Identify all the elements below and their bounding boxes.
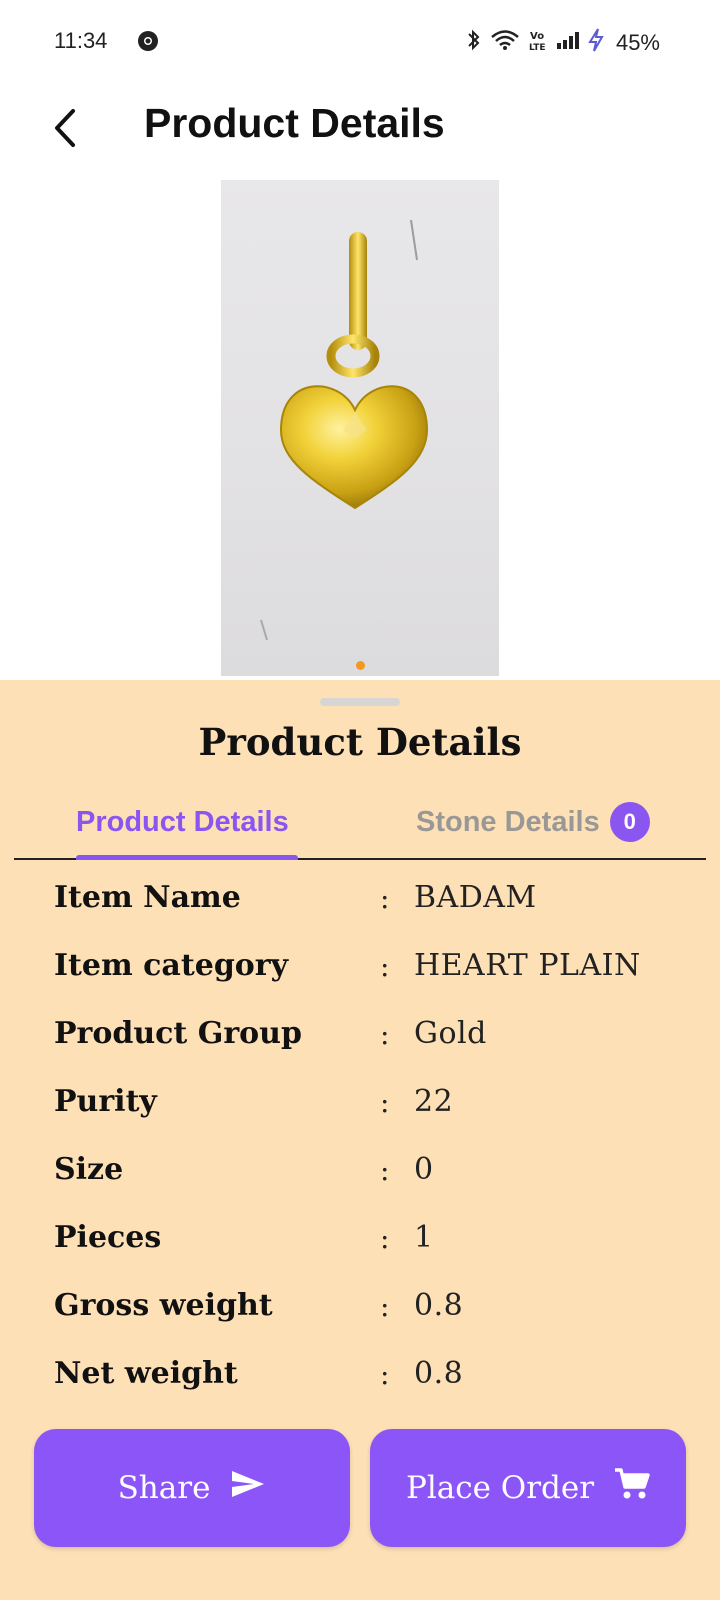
tab-product-details[interactable]: Product Details: [76, 786, 289, 858]
detail-value: 1: [414, 1220, 434, 1255]
detail-row-size: Size : 0: [0, 1152, 720, 1220]
volte-icon: Vo LTE: [528, 28, 548, 57]
tab-indicator: [76, 855, 298, 860]
svg-text:LTE: LTE: [529, 43, 546, 52]
chrome-icon: [137, 30, 159, 52]
stone-count-badge: 0: [609, 802, 650, 842]
status-bar: 11:34 Vo LTE 45%: [0, 0, 720, 82]
colon-separator: :: [380, 950, 390, 983]
detail-value: 0.8: [414, 1356, 464, 1391]
app-bar: Product Details: [0, 82, 720, 180]
detail-label: Pieces: [54, 1220, 162, 1255]
detail-label: Gross weight: [54, 1288, 273, 1323]
drag-handle[interactable]: [320, 698, 400, 706]
detail-value: HEART PLAIN: [414, 948, 641, 983]
detail-row-item-category: Item category : HEART PLAIN: [0, 948, 720, 1016]
sheet-title: Product Details: [198, 720, 522, 764]
charging-icon: [588, 28, 604, 57]
page-title: Product Details: [144, 100, 445, 146]
carousel-indicator: [356, 661, 365, 670]
bluetooth-icon: [466, 28, 482, 57]
battery-percent: 45%: [615, 29, 660, 55]
detail-label: Net weight: [54, 1356, 238, 1391]
share-label: Share: [117, 1470, 211, 1506]
place-order-button[interactable]: Place Order: [370, 1429, 686, 1547]
back-button[interactable]: [44, 104, 84, 156]
arrow-left-icon: [51, 108, 77, 153]
place-order-label: Place Order: [405, 1470, 595, 1506]
detail-row-product-group: Product Group : Gold: [0, 1016, 720, 1084]
product-image-carousel[interactable]: [0, 180, 720, 680]
share-button[interactable]: Share: [34, 1429, 350, 1547]
detail-label: Item category: [54, 948, 289, 983]
status-icons: Vo LTE 45%: [466, 28, 660, 57]
colon-separator: :: [380, 1222, 390, 1255]
tab-bar: Product Details Stone Details 0: [14, 786, 706, 860]
detail-value: 0: [414, 1152, 434, 1187]
colon-separator: :: [380, 1358, 390, 1391]
detail-value: 0.8: [414, 1288, 464, 1323]
tab-label: Stone Details: [416, 805, 600, 838]
signal-icon: [556, 30, 580, 55]
tab-stone-details[interactable]: Stone Details 0: [416, 786, 650, 858]
colon-separator: :: [380, 882, 390, 915]
svg-text:Vo: Vo: [530, 31, 544, 42]
wifi-icon: [490, 29, 520, 56]
detail-row-item-name: Item Name : BADAM: [0, 880, 720, 948]
colon-separator: :: [380, 1290, 390, 1323]
product-image: [221, 180, 499, 676]
detail-value: 22: [414, 1084, 454, 1119]
send-icon: [230, 1469, 266, 1507]
colon-separator: :: [380, 1018, 390, 1051]
detail-label: Product Group: [54, 1016, 302, 1051]
detail-label: Item Name: [54, 880, 241, 915]
detail-value: BADAM: [414, 880, 537, 915]
detail-row-pieces: Pieces : 1: [0, 1220, 720, 1288]
detail-value: Gold: [414, 1016, 487, 1051]
detail-label: Size: [54, 1152, 124, 1187]
details-list: Item Name : BADAM Item category : HEART …: [0, 880, 720, 1424]
cart-icon: [614, 1467, 650, 1509]
detail-label: Purity: [54, 1084, 157, 1119]
detail-row-gross-weight: Gross weight : 0.8: [0, 1288, 720, 1356]
colon-separator: :: [380, 1086, 390, 1119]
colon-separator: :: [380, 1154, 390, 1187]
status-time: 11:34: [54, 28, 108, 53]
tab-label: Product Details: [76, 805, 289, 838]
detail-row-net-weight: Net weight : 0.8: [0, 1356, 720, 1424]
detail-row-purity: Purity : 22: [0, 1084, 720, 1152]
